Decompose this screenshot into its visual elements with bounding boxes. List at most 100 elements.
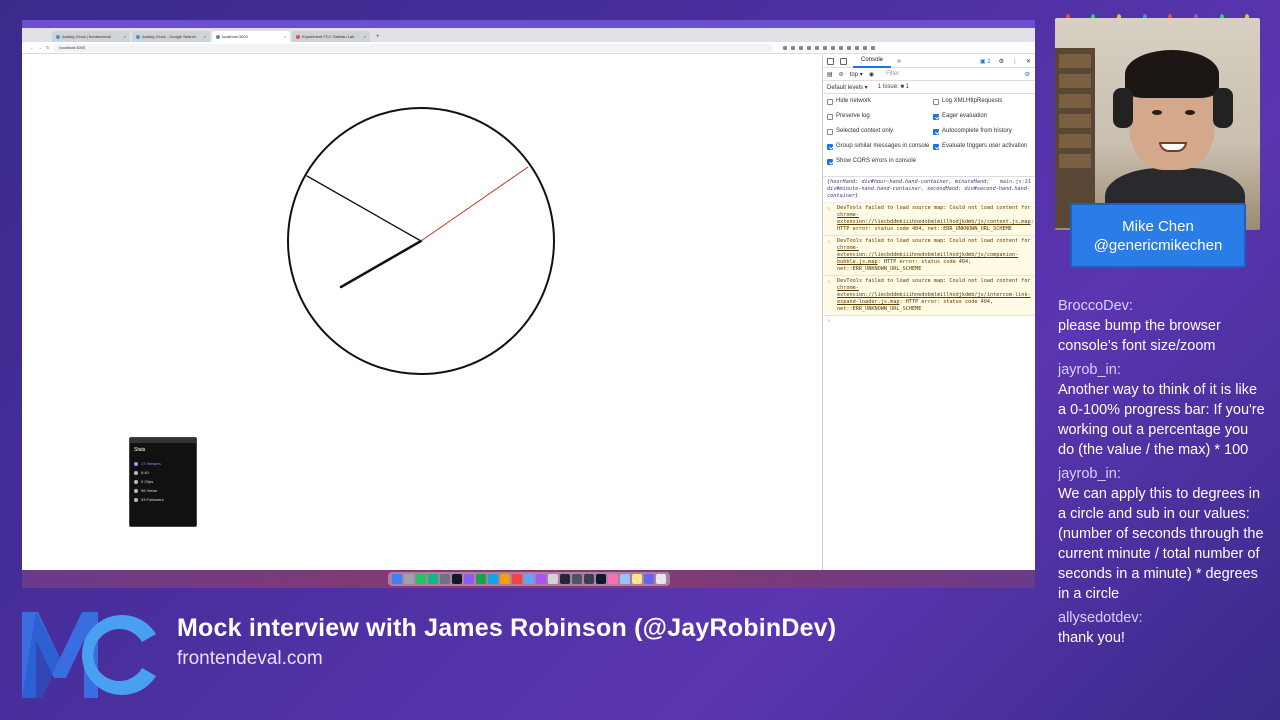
inspect-icon[interactable] bbox=[827, 57, 834, 65]
browser-tab[interactable]: Analog Clock - Google Search × bbox=[132, 31, 210, 42]
forward-icon[interactable]: → bbox=[38, 45, 42, 50]
dock-app-icon[interactable] bbox=[499, 574, 510, 584]
chat-message: thank you! bbox=[1058, 630, 1125, 646]
default-levels-dropdown[interactable]: Default levels ▾ bbox=[827, 84, 868, 91]
analog-clock-face bbox=[287, 107, 555, 375]
console-setting-checkbox[interactable]: Autocomplete from history bbox=[933, 128, 1035, 140]
dock-app-icon[interactable] bbox=[415, 574, 426, 584]
extension-icon[interactable] bbox=[847, 45, 852, 50]
eye-icon[interactable]: ◉ bbox=[869, 71, 874, 78]
dock-app-icon[interactable] bbox=[535, 574, 546, 584]
console-log-entry[interactable]: main.js:21 {hourHand: div#hour-hand.hand… bbox=[823, 177, 1035, 203]
filter-input[interactable]: Filter bbox=[886, 71, 976, 77]
minute-hand bbox=[305, 174, 422, 242]
dock-app-icon[interactable] bbox=[391, 574, 402, 584]
extension-icon[interactable] bbox=[783, 45, 788, 50]
dock-app-icon[interactable] bbox=[547, 574, 558, 584]
extension-icon[interactable] bbox=[791, 45, 796, 50]
close-icon[interactable]: ✕ bbox=[1026, 58, 1031, 65]
address-bar[interactable]: localhost:3000 bbox=[53, 43, 774, 52]
dock-app-icon[interactable] bbox=[559, 574, 570, 584]
dock-app-icon[interactable] bbox=[439, 574, 450, 584]
settings-gear-icon[interactable]: ⚙ bbox=[999, 58, 1004, 65]
checkbox-icon[interactable] bbox=[933, 128, 939, 135]
chat-username[interactable]: allysedotdev: bbox=[1058, 608, 1268, 628]
kebab-menu-icon[interactable]: ⋮ bbox=[1012, 58, 1018, 65]
console-setting-checkbox[interactable]: Evaluate triggers user activation bbox=[933, 143, 1035, 155]
browser-tab[interactable]: Analog Clock | frontendeval × bbox=[52, 31, 130, 42]
log-source-link[interactable]: main.js:21 bbox=[1000, 179, 1031, 186]
checkbox-icon[interactable] bbox=[827, 98, 833, 105]
dock-app-icon[interactable] bbox=[595, 574, 606, 584]
context-select[interactable]: top ▾ bbox=[850, 71, 863, 78]
stats-titlebar[interactable] bbox=[130, 438, 196, 443]
dock-app-icon[interactable] bbox=[403, 574, 414, 584]
clock-hands bbox=[305, 166, 528, 288]
dock-app-icon[interactable] bbox=[451, 574, 462, 584]
checkbox-icon[interactable] bbox=[827, 143, 833, 150]
extension-icon[interactable] bbox=[871, 45, 876, 50]
dock-app-icon[interactable] bbox=[571, 574, 582, 584]
chat-username[interactable]: jayrob_in: bbox=[1058, 464, 1268, 484]
extension-icon[interactable] bbox=[823, 45, 828, 50]
browser-tab[interactable]: Experiment FCC Tableau Lab × bbox=[292, 31, 370, 42]
checkbox-icon[interactable] bbox=[933, 143, 939, 150]
checkbox-icon[interactable] bbox=[827, 113, 833, 120]
extension-icon[interactable] bbox=[807, 45, 812, 50]
dock-app-icon[interactable] bbox=[523, 574, 534, 584]
console-setting-checkbox[interactable]: Hide network bbox=[827, 98, 933, 110]
dock-app-icon[interactable] bbox=[487, 574, 498, 584]
levels-bar: Default levels ▾ 1 Issue: ■ 1 bbox=[823, 81, 1035, 94]
close-tab-icon[interactable]: × bbox=[204, 34, 206, 39]
tab-label: Analog Clock - Google Search bbox=[142, 34, 196, 39]
extension-icon[interactable] bbox=[815, 45, 820, 50]
console-setting-checkbox[interactable]: Preserve log bbox=[827, 113, 933, 125]
dock-app-icon[interactable] bbox=[427, 574, 438, 584]
dock-app-icon[interactable] bbox=[583, 574, 594, 584]
close-tab-icon[interactable]: × bbox=[284, 34, 286, 39]
dock-app-icon[interactable] bbox=[631, 574, 642, 584]
close-tab-icon[interactable]: × bbox=[124, 34, 126, 39]
chat-username[interactable]: jayrob_in: bbox=[1058, 360, 1268, 380]
dock-app-icon[interactable] bbox=[619, 574, 630, 584]
dock-app-icon[interactable] bbox=[475, 574, 486, 584]
console-prompt[interactable]: › bbox=[823, 316, 1035, 327]
issues-link[interactable]: 1 Issue: ■ 1 bbox=[878, 84, 909, 90]
warning-link[interactable]: chrome-extension://liecbddmkiiihnedobmlm… bbox=[837, 212, 1031, 225]
browser-tab-active[interactable]: localhost:3000 × bbox=[212, 31, 290, 42]
console-settings-icon[interactable]: ⚙ bbox=[1025, 71, 1030, 78]
console-setting-checkbox[interactable]: Eager evaluation bbox=[933, 113, 1035, 125]
warning-text: DevTools failed to load source map: Coul… bbox=[837, 205, 1031, 211]
reload-icon[interactable]: ↻ bbox=[46, 45, 49, 50]
console-setting-checkbox[interactable]: Log XMLHttpRequests bbox=[933, 98, 1035, 110]
device-toggle-icon[interactable] bbox=[840, 57, 847, 65]
second-hand bbox=[420, 166, 528, 241]
extension-icon[interactable] bbox=[863, 45, 868, 50]
dock-app-icon[interactable] bbox=[511, 574, 522, 584]
extension-icon[interactable] bbox=[855, 45, 860, 50]
checkbox-icon[interactable] bbox=[933, 113, 939, 120]
hour-hand bbox=[339, 239, 422, 288]
dock-app-icon[interactable] bbox=[643, 574, 654, 584]
console-setting-checkbox[interactable]: Show CORS errors in console bbox=[827, 158, 933, 170]
dock-app-icon[interactable] bbox=[463, 574, 474, 584]
issues-badge[interactable]: ▣ 1 bbox=[980, 58, 991, 65]
extension-icon[interactable] bbox=[839, 45, 844, 50]
close-tab-icon[interactable]: × bbox=[364, 34, 366, 39]
tab-console[interactable]: Console bbox=[853, 55, 892, 68]
new-tab-button[interactable]: + bbox=[372, 34, 384, 42]
checkbox-icon[interactable] bbox=[933, 98, 939, 105]
sidebar-toggle-icon[interactable]: ▤ bbox=[827, 71, 833, 78]
dock-app-icon[interactable] bbox=[655, 574, 666, 584]
chat-username[interactable]: BroccoDev: bbox=[1058, 300, 1268, 316]
checkbox-icon[interactable] bbox=[827, 128, 833, 135]
extension-icon[interactable] bbox=[799, 45, 804, 50]
dock-app-icon[interactable] bbox=[607, 574, 618, 584]
checkbox-icon[interactable] bbox=[827, 158, 833, 165]
console-setting-checkbox[interactable]: Group similar messages in console bbox=[827, 143, 933, 155]
back-icon[interactable]: ← bbox=[30, 45, 34, 50]
extension-icon[interactable] bbox=[831, 45, 836, 50]
console-setting-checkbox[interactable]: Selected context only bbox=[827, 128, 933, 140]
clear-console-icon[interactable]: ⊘ bbox=[839, 71, 844, 78]
more-tabs-icon[interactable]: » bbox=[897, 58, 901, 65]
